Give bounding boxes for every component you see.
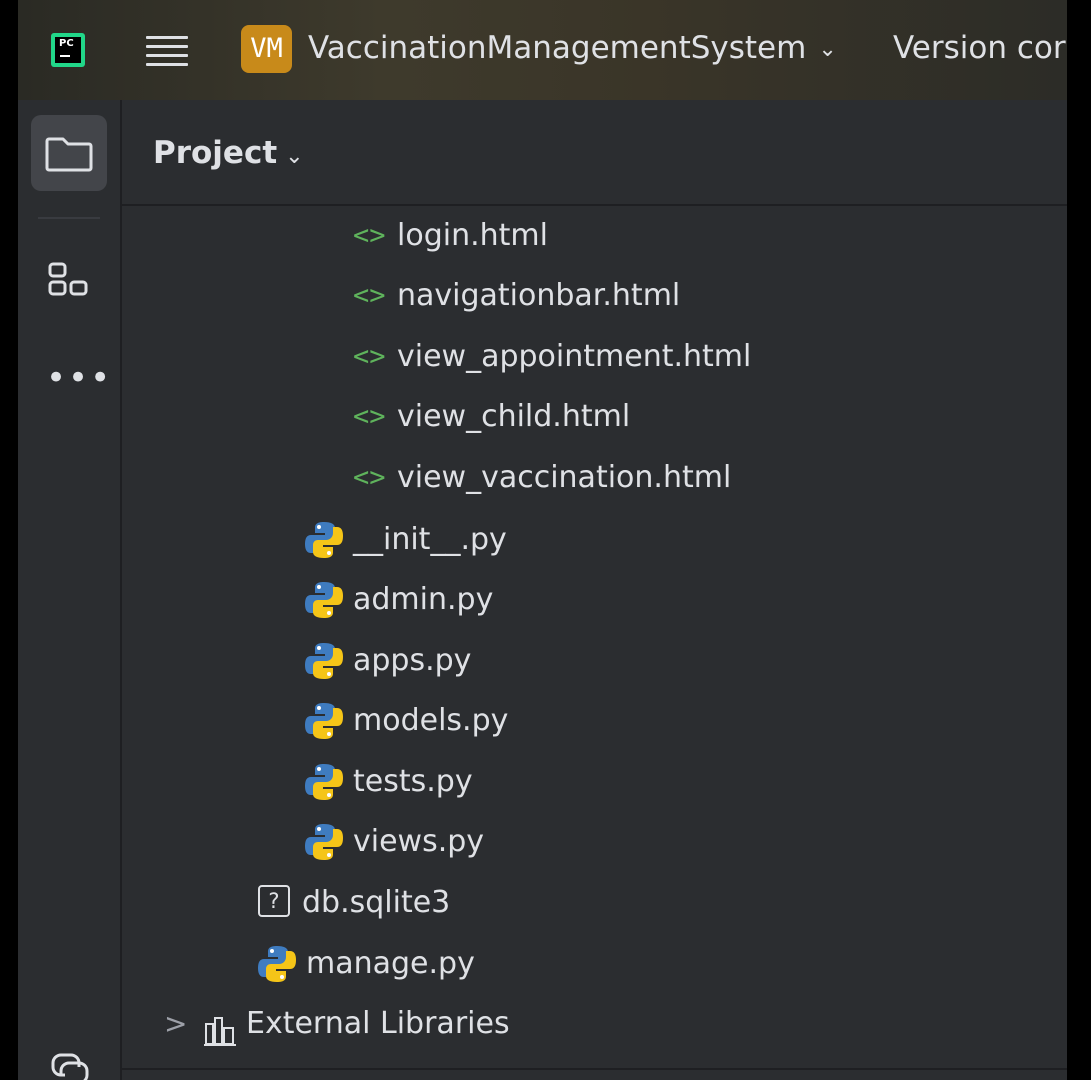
python-file-icon: [258, 944, 296, 984]
tree-item[interactable]: __init__.py: [305, 510, 507, 570]
tree-item-label: view_child.html: [397, 399, 631, 434]
project-view-selector[interactable]: Project ⌄: [153, 135, 304, 171]
python-file-icon: [305, 822, 343, 862]
tree-item-label: models.py: [353, 703, 509, 738]
project-panel-header: Project ⌄: [122, 100, 1067, 206]
ide-window: PC VM VaccinationManagementSystem ⌄ Versi…: [18, 0, 1067, 1080]
tree-item[interactable]: tests.py: [305, 752, 473, 812]
tree-item[interactable]: admin.py: [305, 570, 493, 630]
tree-item[interactable]: > External Libraries: [164, 994, 510, 1054]
tree-item-label: External Libraries: [246, 1006, 510, 1041]
panel-title: Project: [153, 135, 278, 171]
logo-text: PC: [59, 38, 74, 49]
python-file-icon: [305, 580, 343, 620]
tree-item-label: view_vaccination.html: [397, 460, 732, 495]
project-name: VaccinationManagementSystem: [308, 30, 807, 66]
tree-item-label: __init__.py: [353, 522, 507, 557]
tool-window-strip: •••: [18, 100, 122, 1080]
python-file-icon: [305, 701, 343, 741]
html-file-icon: <>: [353, 401, 386, 432]
tree-item[interactable]: views.py: [305, 812, 484, 872]
tree-item-label: view_appointment.html: [397, 339, 752, 374]
toolstrip-divider: [38, 217, 100, 219]
unknown-file-icon: ?: [258, 884, 290, 917]
tree-item-label: tests.py: [353, 764, 473, 799]
tree-item[interactable]: <> view_child.html: [353, 387, 630, 447]
tree-item-label: navigationbar.html: [397, 278, 681, 313]
title-bar: PC VM VaccinationManagementSystem ⌄ Versi…: [18, 0, 1067, 102]
structure-tool-button[interactable]: [31, 250, 107, 326]
library-icon: [204, 1007, 236, 1046]
python-file-icon: [305, 641, 343, 681]
pycharm-logo-icon[interactable]: PC: [51, 33, 85, 67]
chevron-down-icon: ⌄: [285, 144, 304, 169]
tree-item-label: apps.py: [353, 643, 472, 678]
python-file-icon: [305, 762, 343, 802]
python-console-tool-button[interactable]: [31, 1025, 107, 1080]
html-file-icon: <>: [353, 462, 386, 493]
main-menu-icon[interactable]: [146, 30, 188, 70]
tree-item[interactable]: <> navigationbar.html: [353, 266, 680, 326]
tree-item[interactable]: manage.py: [258, 934, 475, 994]
tree-item[interactable]: <> view_appointment.html: [353, 327, 751, 387]
tree-item-label: manage.py: [306, 946, 475, 981]
more-icon[interactable]: •••: [46, 358, 110, 398]
chevron-down-icon: ⌄: [818, 37, 837, 62]
project-tool-button[interactable]: [31, 115, 107, 191]
tree-item-label: admin.py: [353, 582, 494, 617]
chevron-right-icon[interactable]: >: [164, 994, 204, 1054]
folder-icon: [45, 137, 93, 172]
tree-item-label: db.sqlite3: [302, 885, 451, 920]
tree-item-label: views.py: [353, 824, 485, 859]
html-file-icon: <>: [353, 280, 386, 311]
project-badge[interactable]: VM: [241, 25, 292, 73]
tree-item[interactable]: apps.py: [305, 631, 471, 691]
python-console-icon: [51, 1053, 89, 1080]
version-control-menu[interactable]: Version cor: [893, 30, 1066, 66]
html-file-icon: <>: [353, 220, 386, 251]
project-panel: Project ⌄ <> login.html <> navigationbar.htm…: [122, 100, 1067, 1080]
tree-item[interactable]: <> login.html: [353, 206, 548, 266]
tree-item[interactable]: models.py: [305, 691, 508, 751]
tree-item-label: login.html: [397, 218, 548, 253]
tree-item[interactable]: ? db.sqlite3: [258, 873, 450, 933]
python-file-icon: [305, 520, 343, 560]
tree-item[interactable]: <> view_vaccination.html: [353, 448, 731, 508]
project-selector[interactable]: VaccinationManagementSystem ⌄: [308, 30, 837, 66]
html-file-icon: <>: [353, 341, 386, 372]
panel-bottom-divider: [122, 1068, 1067, 1070]
structure-icon: [48, 262, 88, 296]
